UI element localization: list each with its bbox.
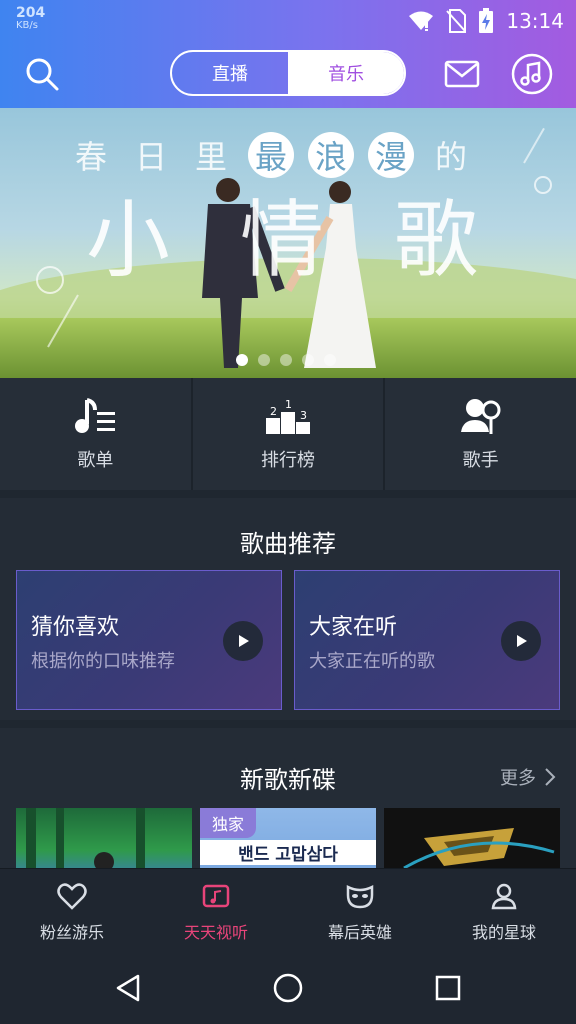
carousel-indicator	[236, 354, 336, 366]
more-link[interactable]: 更多	[500, 764, 556, 790]
banner-char-highlight: 漫	[368, 132, 414, 178]
profile-icon	[491, 883, 517, 910]
carousel-dot[interactable]	[280, 354, 292, 366]
quick-nav-singers[interactable]: 歌手	[385, 378, 576, 490]
singer-icon	[460, 399, 501, 434]
banner-headline-2: 小 情 歌	[86, 192, 478, 288]
heart-icon	[57, 883, 87, 910]
play-button[interactable]	[223, 621, 263, 661]
card-title: 大家在听	[309, 615, 398, 640]
banner-char-highlight: 浪	[308, 132, 354, 178]
card-subtitle: 大家正在听的歌	[309, 651, 435, 672]
banner-big-char: 小	[86, 191, 171, 289]
banner-char-highlight: 最	[248, 132, 294, 178]
carousel-dot[interactable]	[324, 354, 336, 366]
quick-nav-label: 排行榜	[261, 450, 315, 471]
tab-label: 天天视听	[183, 923, 248, 942]
tab-music[interactable]: 音乐	[288, 52, 404, 94]
card-subtitle: 根据你的口味推荐	[31, 651, 175, 672]
home-circle-icon	[273, 973, 303, 1003]
network-speed: 204 KB/s	[16, 6, 45, 32]
section-title: 新歌新碟	[240, 766, 336, 794]
tab-label: 粉丝游乐	[39, 923, 104, 942]
search-button[interactable]	[16, 48, 68, 100]
decor-ring	[534, 176, 552, 194]
system-nav-bar	[0, 950, 576, 1024]
status-bar: 204 KB/s 13:14	[0, 0, 576, 40]
album-cover[interactable]: 独家 밴드 고맙삼다	[200, 808, 376, 868]
album-art	[26, 808, 145, 868]
quick-nav-label: 歌手	[462, 450, 499, 471]
live-music-toggle: 直播 音乐	[170, 50, 406, 96]
quick-nav: 歌单 2 1 3 排行榜 歌手	[0, 378, 576, 490]
app-header: 直播 音乐	[0, 40, 576, 108]
exclusive-badge: 独家	[200, 808, 257, 838]
mask-icon	[346, 884, 374, 909]
banner-char: 的	[434, 138, 467, 176]
no-sim-icon	[446, 9, 467, 33]
banner-big-char: 情	[240, 191, 325, 289]
now-playing-button[interactable]	[506, 48, 558, 100]
mail-icon	[444, 60, 480, 88]
back-button[interactable]	[106, 966, 150, 1010]
album-cover[interactable]	[16, 808, 192, 868]
decor-ring	[36, 266, 64, 294]
top-bar: 204 KB/s 13:14 直播 音乐	[0, 0, 576, 108]
album-cover[interactable]	[384, 808, 560, 868]
tab-fan-fun[interactable]: 粉丝游乐	[0, 869, 144, 950]
recommend-card-guess[interactable]: 猜你喜欢 根据你的口味推荐	[16, 570, 282, 710]
album-art	[403, 828, 555, 868]
banner-char: 里	[194, 138, 227, 176]
quick-nav-charts[interactable]: 2 1 3 排行榜	[193, 378, 386, 490]
banner-headline-1: 春 日 里 最 浪 漫 的	[68, 132, 474, 178]
battery-charging-icon	[479, 8, 494, 33]
more-label: 更多	[500, 768, 536, 789]
play-button[interactable]	[501, 621, 541, 661]
tab-behind-scenes[interactable]: 幕后英雄	[288, 869, 432, 950]
podium-number: 2	[270, 405, 277, 418]
playlist-icon	[75, 398, 116, 433]
chevron-right-icon	[545, 768, 556, 786]
carousel-dot[interactable]	[302, 354, 314, 366]
tab-label: 幕后英雄	[327, 923, 392, 942]
network-speed-value: 204	[16, 5, 46, 21]
section-title: 歌曲推荐	[240, 530, 336, 558]
bottom-tab-bar: 粉丝游乐 天天视听 幕后英雄 我的星球	[0, 868, 576, 950]
music-video-icon	[202, 884, 230, 908]
decor-line	[523, 127, 545, 164]
tab-label: 我的星球	[471, 923, 536, 942]
music-note-icon	[511, 53, 553, 95]
status-icons: 13:14	[408, 8, 564, 34]
recents-button[interactable]	[426, 966, 470, 1010]
podium-number: 1	[285, 398, 292, 411]
wifi-icon	[409, 11, 434, 31]
tab-my-planet[interactable]: 我的星球	[432, 869, 576, 950]
card-title: 猜你喜欢	[31, 615, 120, 640]
recents-square-icon	[435, 975, 461, 1001]
network-speed-unit: KB/s	[16, 20, 38, 31]
tab-live[interactable]: 直播	[172, 52, 288, 94]
recommend-card-popular[interactable]: 大家在听 大家正在听的歌	[294, 570, 560, 710]
new-releases: 新歌新碟 更多 独家 밴드 고맙삼다	[0, 728, 576, 868]
messages-button[interactable]	[436, 48, 488, 100]
album-caption: 밴드 고맙삼다	[200, 840, 376, 865]
back-triangle-icon	[116, 974, 140, 1002]
play-icon	[239, 635, 249, 647]
podium-number: 3	[300, 409, 307, 422]
search-icon	[26, 58, 59, 91]
banner-big-char: 歌	[394, 191, 479, 289]
song-recommendations: 歌曲推荐 猜你喜欢 根据你的口味推荐 大家在听 大家正在听的歌	[0, 498, 576, 720]
quick-nav-label: 歌单	[77, 450, 114, 471]
promo-banner[interactable]: 春 日 里 最 浪 漫 的 小 情 歌	[0, 108, 576, 378]
quick-nav-playlists[interactable]: 歌单	[0, 378, 193, 490]
podium-icon: 2 1 3	[266, 398, 310, 434]
home-button[interactable]	[266, 966, 310, 1010]
clock: 13:14	[506, 9, 564, 33]
carousel-dot[interactable]	[236, 354, 248, 366]
banner-char: 日	[134, 138, 167, 176]
banner-char: 春	[74, 138, 107, 176]
tab-daily-media[interactable]: 天天视听	[144, 869, 288, 950]
carousel-dot[interactable]	[258, 354, 270, 366]
play-icon	[517, 635, 527, 647]
